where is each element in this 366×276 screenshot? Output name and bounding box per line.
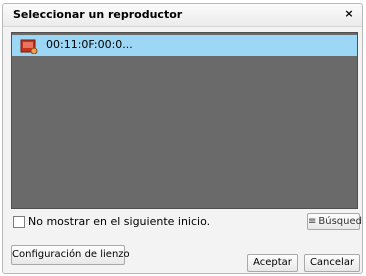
search-button-label: Búsqueda [318, 216, 362, 227]
dont-show-checkbox[interactable] [13, 216, 25, 228]
player-label: 00:11:0F:00:0... [46, 38, 133, 51]
cancel-button[interactable]: Cancelar [304, 254, 360, 272]
list-item[interactable]: 00:11:0F:00:0... [12, 35, 357, 56]
dont-show-label: No mostrar en el siguiente inicio. [28, 215, 211, 228]
search-button[interactable]: ≡Búsqueda [307, 213, 362, 230]
player-device-icon [20, 38, 38, 55]
canvas-settings-button[interactable]: Configuración de lienzo [11, 245, 130, 265]
dialog-titlebar: Seleccionar un reproductor × [3, 4, 362, 27]
select-player-dialog: Seleccionar un reproductor × 00:11:0F:00… [2, 3, 363, 274]
accept-button[interactable]: Aceptar [247, 254, 298, 272]
list-icon: ≡ [308, 216, 317, 227]
dialog-title: Seleccionar un reproductor [13, 8, 183, 21]
player-list[interactable]: 00:11:0F:00:0... [11, 32, 358, 209]
close-button[interactable]: × [342, 7, 356, 21]
